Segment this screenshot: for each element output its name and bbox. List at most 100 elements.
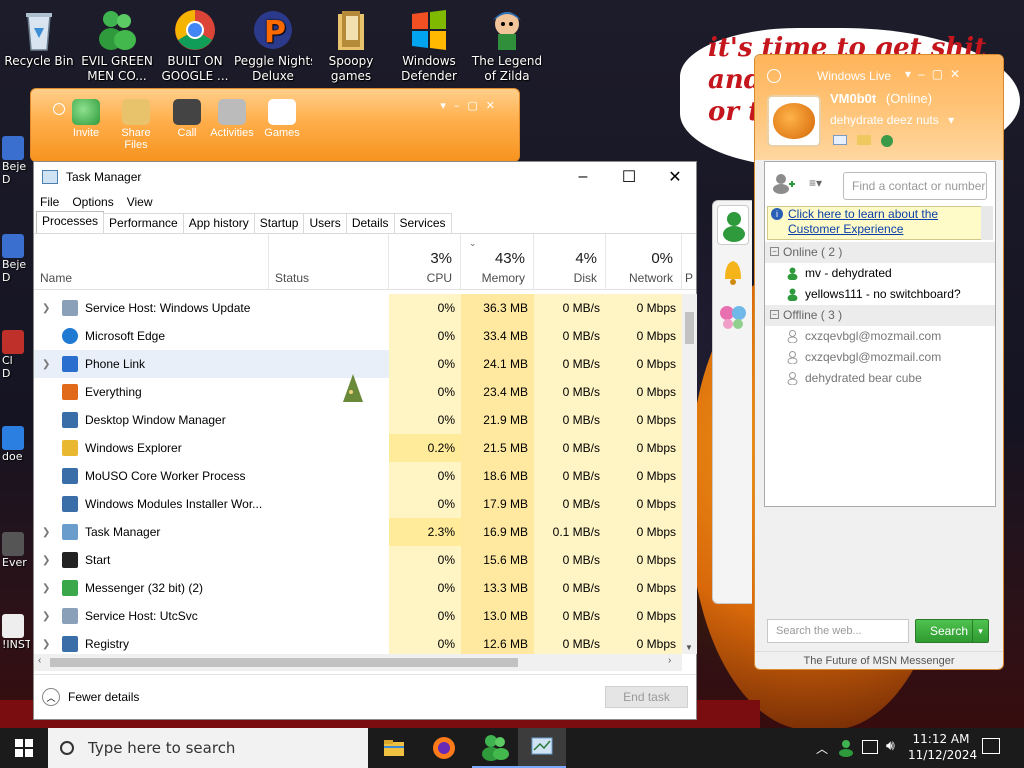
mail-icon[interactable] <box>833 135 847 145</box>
expand-chevron-icon[interactable]: ❯ <box>42 303 50 314</box>
column-disk[interactable]: 4% Disk <box>534 234 606 290</box>
find-contact-input[interactable]: Find a contact or number <box>843 172 987 200</box>
messenger-tray-icon[interactable] <box>838 739 854 757</box>
scroll-left-icon[interactable]: ‹ <box>38 655 41 666</box>
horizontal-scrollbar[interactable]: ‹ › <box>34 654 682 671</box>
maximize-button[interactable]: ☐ <box>606 162 652 192</box>
share-files-button[interactable]: Share Files <box>111 99 161 151</box>
info-banner[interactable]: i Click here to learn about the Customer… <box>767 206 991 240</box>
globe-icon[interactable] <box>881 135 893 147</box>
column-cpu[interactable]: 3% CPU <box>389 234 461 290</box>
process-row[interactable]: MoUSO Core Worker Process 0% 18.6 MB 0 MB/s… <box>34 462 682 490</box>
expand-chevron-icon[interactable]: ❯ <box>42 583 50 594</box>
end-task-button[interactable]: End task <box>605 686 688 708</box>
desktop-icon-evil-green-men[interactable]: EVIL GREEN MEN CO... <box>78 6 156 84</box>
process-row[interactable]: ❯ Messenger (32 bit) (2) 0% 13.3 MB 0 MB/s 0 … <box>34 574 682 602</box>
expand-chevron-icon[interactable]: ❯ <box>42 611 50 622</box>
start-button[interactable] <box>0 728 48 768</box>
volume-icon[interactable]: 🔊︎ <box>886 738 895 754</box>
clock[interactable]: 11:12 AM 11/12/2024 <box>908 731 977 763</box>
expand-chevron-icon[interactable]: ❯ <box>42 359 50 370</box>
desktop-icon-recycle-bin[interactable]: Recycle Bin <box>0 6 78 69</box>
desktop-icon-inst[interactable]: !INST <box>2 614 30 651</box>
column-network[interactable]: 0% Network <box>606 234 682 290</box>
fewer-details-button[interactable]: ︿ Fewer details <box>42 688 139 706</box>
process-row[interactable]: ❯ Start 0% 15.6 MB 0 MB/s 0 Mbps <box>34 546 682 574</box>
tab-services[interactable]: Services <box>393 213 452 233</box>
group-online[interactable]: − Online ( 2 ) <box>765 242 995 263</box>
close-button[interactable]: ✕ <box>652 162 698 192</box>
desktop-icon-cl[interactable]: Cl D <box>2 330 30 380</box>
desktop-icon-windows-defender[interactable]: Windows Defender <box>390 6 468 84</box>
file-explorer-icon[interactable] <box>376 734 412 762</box>
process-row[interactable]: Windows Modules Installer Wor... 0% 17.9 M… <box>34 490 682 518</box>
display-name[interactable]: VM0b0t <box>830 91 876 106</box>
scroll-right-icon[interactable]: › <box>668 655 671 666</box>
view-options-icon[interactable]: ≡▾ <box>809 176 822 190</box>
dropdown-arrow-icon[interactable]: ▾ <box>972 620 988 642</box>
process-row[interactable]: Microsoft Edge 0% 33.4 MB 0 MB/s 0 Mbps <box>34 322 682 350</box>
desktop-icon-peggle-nights[interactable]: P Peggle Nights Deluxe <box>234 6 312 84</box>
desktop-icon-bejeweled-1[interactable]: Beje D <box>2 136 30 186</box>
desktop-icon-spoopy-games[interactable]: Spoopy games <box>312 6 390 84</box>
process-row[interactable]: ❯ Service Host: Windows Update 0% 36.3 MB 0 … <box>34 294 682 322</box>
desktop-icon-doe[interactable]: doe <box>2 426 30 463</box>
process-row[interactable]: Windows Explorer 0.2% 21.5 MB 0 MB/s 0 Mbps <box>34 434 682 462</box>
desktop-icon-bejeweled-2[interactable]: Beje D <box>2 234 30 284</box>
desktop-icon-built-on-google[interactable]: BUILT ON GOOGLE ... <box>156 6 234 84</box>
window-controls[interactable]: ▾–▢✕ <box>905 67 967 81</box>
firefox-icon[interactable] <box>426 734 462 762</box>
scrollbar-thumb[interactable] <box>685 312 694 344</box>
tab-startup[interactable]: Startup <box>253 213 305 233</box>
tab-app-history[interactable]: App history <box>182 213 255 233</box>
vertical-scrollbar[interactable]: ▼ <box>682 294 697 654</box>
taskbar-search-box[interactable]: Type here to search <box>48 728 368 768</box>
bell-icon[interactable] <box>717 253 749 289</box>
contact-online[interactable]: yellows111 - no switchboard? <box>765 284 995 305</box>
desktop-icon-legend-of-zilda[interactable]: The Legend of Zilda <box>468 6 546 84</box>
expand-chevron-icon[interactable]: ❯ <box>42 527 50 538</box>
games-button[interactable]: Games <box>257 99 307 139</box>
process-row[interactable]: ❯ Service Host: UtcSvc 0% 13.0 MB 0 MB/s 0 Mb… <box>34 602 682 630</box>
add-contact-icon[interactable] <box>771 172 797 194</box>
folder-icon[interactable] <box>857 135 871 145</box>
tab-details[interactable]: Details <box>345 213 395 233</box>
call-button[interactable]: Call <box>162 99 212 139</box>
column-name[interactable]: Name <box>34 234 269 290</box>
group-offline[interactable]: − Offline ( 3 ) <box>765 305 995 326</box>
messenger-taskbar-icon[interactable] <box>472 728 518 768</box>
menu-view[interactable]: View <box>127 195 153 209</box>
process-row[interactable]: ❯ Task Manager 2.3% 16.9 MB 0.1 MB/s 0 Mbps <box>34 518 682 546</box>
notifications-icon[interactable] <box>982 738 1000 754</box>
web-search-button[interactable]: Search ▾ <box>915 619 989 643</box>
avatar[interactable] <box>767 95 821 147</box>
contact-online[interactable]: mv - dehydrated <box>765 263 995 284</box>
desktop-icon-everything[interactable]: Ever <box>2 532 30 569</box>
column-memory[interactable]: ⌄ 43% Memory <box>461 234 534 290</box>
status-dropdown[interactable]: (Online) <box>886 91 932 106</box>
activities-button[interactable]: Activities <box>207 99 257 139</box>
window-menu-icon[interactable] <box>767 69 781 83</box>
network-icon[interactable] <box>862 740 878 754</box>
banner-scrollbar[interactable] <box>981 206 993 240</box>
window-controls[interactable]: ▾–▢✕ <box>440 99 503 112</box>
task-manager-taskbar-icon[interactable] <box>518 728 566 768</box>
tab-performance[interactable]: Performance <box>103 213 184 233</box>
menu-file[interactable]: File <box>40 195 59 209</box>
scrollbar-thumb[interactable] <box>50 658 518 667</box>
column-power[interactable]: P <box>682 234 696 290</box>
dropdown-arrow-icon[interactable]: ▾ <box>948 113 954 127</box>
contact-offline[interactable]: cxzqevbgl@mozmail.com <box>765 326 995 347</box>
invite-button[interactable]: Invite <box>61 99 111 139</box>
contact-offline[interactable]: cxzqevbgl@mozmail.com <box>765 347 995 368</box>
personal-message[interactable]: dehydrate deez nuts <box>830 113 939 127</box>
web-search-input[interactable]: Search the web... <box>767 619 909 643</box>
scroll-down-icon[interactable]: ▼ <box>685 643 693 652</box>
minimize-button[interactable]: – <box>560 162 606 192</box>
contact-offline[interactable]: dehydrated bear cube <box>765 368 995 389</box>
process-row[interactable]: ❯ Registry 0% 12.6 MB 0 MB/s 0 Mbps <box>34 630 682 654</box>
contacts-tab-icon[interactable] <box>717 205 749 245</box>
menu-options[interactable]: Options <box>72 195 113 209</box>
butterfly-icon[interactable] <box>717 299 749 335</box>
chevron-up-icon[interactable]: ︿ <box>816 740 828 757</box>
